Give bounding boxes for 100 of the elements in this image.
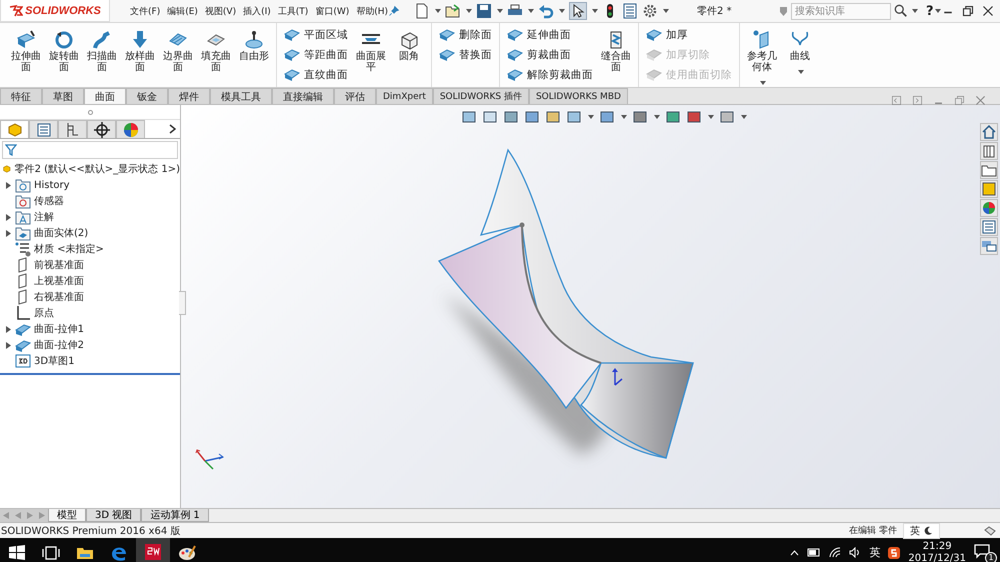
dropdown-caret-icon[interactable] [588, 115, 594, 119]
home-icon[interactable] [980, 123, 998, 141]
battery-icon[interactable] [807, 548, 822, 557]
model-view-tab[interactable]: 3D 视图 [86, 509, 142, 522]
tree-item[interactable]: History [34, 180, 70, 190]
input-method-icon[interactable] [888, 546, 900, 558]
ribbon-tab[interactable]: 钣金 [126, 88, 168, 104]
dropdown-caret-icon[interactable] [497, 9, 504, 13]
menu-item[interactable]: 文件(F) [130, 2, 160, 20]
dropdown-caret-icon[interactable] [654, 115, 660, 119]
folder-icon[interactable] [980, 161, 998, 179]
ribbon-tab[interactable]: 特征 [0, 88, 42, 104]
ribbon-button[interactable]: 填充曲面 [197, 25, 235, 77]
save-icon[interactable] [476, 3, 492, 19]
tree-item[interactable]: 原点 [34, 306, 54, 320]
cad-app-icon[interactable] [143, 542, 163, 562]
dropdown-caret-icon[interactable] [621, 115, 627, 119]
tree-root-label[interactable]: 零件2 (默认<<默认>_显示状态 1>) [14, 162, 180, 176]
ribbon-tab[interactable]: 评估 [334, 88, 376, 104]
tree-item[interactable]: 3D草图1 [34, 354, 74, 368]
dropdown-caret-icon[interactable] [663, 9, 670, 13]
menu-item[interactable]: 插入(I) [243, 2, 271, 20]
select-pointer-icon[interactable] [569, 2, 588, 20]
ime-toolbar[interactable]: 英 [903, 522, 940, 538]
ribbon-button[interactable]: 直纹曲面 [284, 65, 348, 84]
ribbon-tab[interactable]: DimXpert [376, 88, 433, 104]
tree-item[interactable]: 注解 [34, 210, 54, 224]
tree-item[interactable]: 曲面-拉伸2 [34, 338, 84, 352]
panel-resize-handle[interactable] [179, 291, 186, 315]
ime-indicator[interactable]: 英 [869, 545, 880, 560]
list-icon[interactable] [622, 3, 638, 19]
ribbon-tab[interactable]: 曲面 [84, 88, 126, 104]
taskbar-button[interactable] [136, 538, 170, 562]
ribbon-button[interactable]: 等距曲面 [284, 45, 348, 64]
paint-palette-icon[interactable] [177, 542, 197, 562]
dropdown-caret-icon[interactable] [559, 9, 566, 13]
ribbon-button[interactable]: 拉伸曲面 [7, 25, 45, 77]
settings-icon[interactable] [642, 3, 658, 19]
ribbon-button[interactable]: 替换面 [439, 45, 492, 64]
ribbon-button[interactable]: 缝合曲面 [597, 25, 635, 77]
menu-item[interactable]: 帮助(H) [356, 2, 388, 20]
ribbon-button[interactable]: 剪裁曲面 [507, 45, 593, 64]
ribbon-button[interactable]: 曲线 [781, 25, 819, 81]
dropdown-caret-icon[interactable] [528, 9, 534, 13]
ribbon-button[interactable]: 平面区域 [284, 25, 348, 44]
menu-item[interactable]: 视图(V) [204, 2, 236, 20]
ribbon-tab[interactable]: 草图 [42, 88, 84, 104]
dropdown-caret-icon[interactable] [760, 81, 766, 85]
expand-arrow-icon[interactable] [6, 326, 10, 332]
tree-item[interactable]: 右视基准面 [34, 290, 84, 304]
menu-item[interactable]: 窗口(W) [315, 2, 350, 20]
ribbon-button[interactable]: 延伸曲面 [507, 25, 593, 44]
library-icon[interactable] [980, 142, 998, 160]
ribbon-button[interactable]: 旋转曲面 [45, 25, 83, 77]
expand-arrow-icon[interactable] [6, 182, 10, 188]
ribbon-button[interactable]: 参考几何体 [743, 25, 781, 92]
ribbon-button[interactable]: 圆角 [390, 25, 428, 66]
chat-bubble-icon[interactable] [980, 237, 998, 255]
wifi-icon[interactable] [829, 547, 842, 558]
notification-icon[interactable] [974, 542, 990, 558]
dropdown-caret-icon[interactable] [912, 9, 918, 13]
moon-icon[interactable] [924, 526, 933, 535]
undo-icon[interactable] [538, 3, 554, 19]
ribbon-button[interactable]: 解除剪裁曲面 [507, 65, 593, 84]
new-document-icon[interactable] [414, 3, 430, 19]
tree-item[interactable]: 曲面-拉伸1 [34, 322, 84, 336]
tree-item[interactable]: 上视基准面 [34, 274, 84, 288]
tree-item[interactable]: 前视基准面 [34, 258, 84, 272]
dropdown-caret-icon[interactable] [435, 9, 442, 13]
help-button[interactable]: ? [926, 4, 934, 18]
volume-icon[interactable] [849, 547, 862, 558]
ribbon-tab[interactable]: SOLIDWORKS MBD [528, 88, 628, 104]
search-field[interactable]: 搜索知识库 [791, 2, 892, 20]
ribbon-button[interactable]: 加厚 [646, 25, 732, 44]
panel-tab[interactable] [87, 120, 116, 138]
model-view-tab[interactable]: 运动算例 1 [141, 509, 209, 522]
filter-field[interactable] [2, 141, 178, 159]
panel-tab[interactable] [58, 120, 87, 138]
expand-arrow-icon[interactable] [6, 342, 10, 348]
restore-icon[interactable] [962, 5, 974, 17]
tile-right-icon[interactable] [912, 95, 923, 106]
menu-item[interactable]: 编辑(E) [167, 2, 198, 20]
ribbon-tab[interactable]: 焊件 [168, 88, 210, 104]
tree-item[interactable]: 材质 <未指定> [34, 242, 104, 256]
dropdown-caret-icon[interactable] [741, 115, 747, 119]
close-icon[interactable] [982, 5, 994, 17]
ribbon-button[interactable]: 放样曲面 [121, 25, 159, 77]
clock[interactable]: 21:29 2017/12/31 [908, 540, 966, 562]
color-wheel-icon[interactable] [980, 199, 998, 217]
expand-arrow-icon[interactable] [6, 230, 10, 236]
chevron-right-icon[interactable] [169, 124, 176, 134]
windows-start-icon[interactable] [7, 542, 27, 562]
tree-item[interactable]: 传感器 [34, 194, 64, 208]
model-view-tab[interactable]: 模型 [48, 509, 86, 522]
property-list-icon[interactable] [980, 218, 998, 236]
ribbon-button[interactable]: 边界曲面 [159, 25, 197, 77]
ribbon-tab[interactable]: 模具工具 [210, 88, 272, 104]
expand-arrow-icon[interactable] [6, 214, 10, 220]
grip-dot-icon[interactable] [88, 110, 92, 114]
tag-icon[interactable] [984, 526, 996, 536]
